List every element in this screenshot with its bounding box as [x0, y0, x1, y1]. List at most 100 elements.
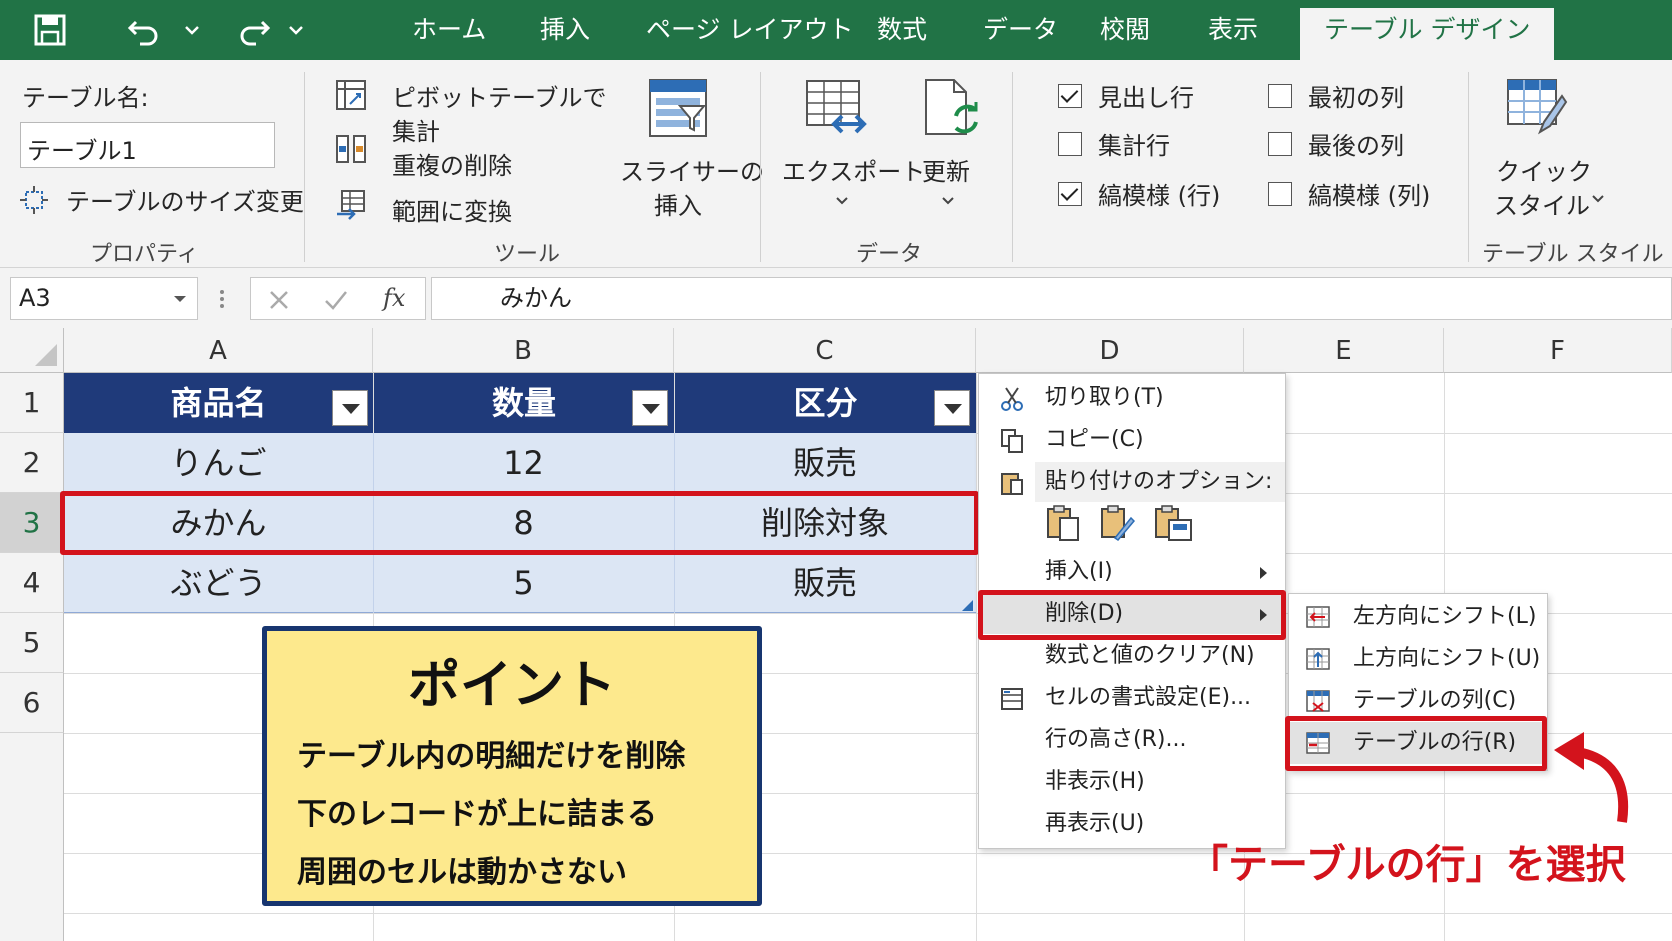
- table-cell[interactable]: 販売: [674, 433, 976, 493]
- tab-review[interactable]: 校閲: [1100, 8, 1150, 60]
- refresh-button[interactable]: 更新: [922, 152, 970, 187]
- insert-function-icon[interactable]: fx: [383, 284, 405, 312]
- column-header-f[interactable]: F: [1444, 328, 1672, 373]
- menu-item-label: 行の高さ(R)...: [1045, 727, 1187, 752]
- refresh-dropdown-icon[interactable]: [940, 194, 956, 208]
- table-cell[interactable]: りんご: [64, 433, 373, 493]
- point-note-box: ポイント テーブル内の明細だけを削除 下のレコードが上に詰まる 周囲のセルは動か…: [262, 626, 762, 906]
- name-box-dropdown-icon[interactable]: [173, 294, 187, 304]
- delete-table-column-icon: [1306, 690, 1330, 712]
- tab-insert[interactable]: 挿入: [540, 8, 590, 60]
- quick-styles-button-line1[interactable]: クイック: [1496, 152, 1592, 187]
- banded-rows-checkbox[interactable]: [1058, 182, 1082, 206]
- menu-item-label: 数式と値のクリア(N): [1045, 643, 1255, 668]
- title-tab-bar: ホーム 挿入 ページ レイアウト 数式 データ 校閲 表示 テーブル デザイン: [0, 0, 1672, 60]
- undo-dropdown-icon[interactable]: [182, 8, 202, 52]
- filter-dropdown-button[interactable]: [934, 390, 970, 426]
- row-header-filler: [0, 733, 64, 941]
- column-header-b[interactable]: B: [373, 328, 674, 373]
- table-header-cell[interactable]: 商品名: [64, 373, 373, 433]
- total-row-checkbox[interactable]: [1058, 132, 1082, 156]
- pivot-summary-button-line2[interactable]: 集計: [392, 112, 440, 147]
- banded-columns-label: 縞模様 (列): [1308, 182, 1431, 210]
- menu-item-label: 非表示(H): [1045, 769, 1145, 794]
- menu-item-format-cells[interactable]: セルの書式設定(E)...: [979, 678, 1285, 718]
- cancel-icon[interactable]: [267, 288, 291, 312]
- redo-icon[interactable]: [234, 8, 274, 52]
- quick-styles-dropdown-icon[interactable]: [1590, 192, 1606, 206]
- table-cell[interactable]: 5: [373, 553, 674, 613]
- table-cell[interactable]: 12: [373, 433, 674, 493]
- tab-page-layout[interactable]: ページ レイアウト: [646, 8, 853, 60]
- name-box-value: A3: [19, 284, 51, 312]
- group-label-properties: プロパティ: [90, 242, 199, 267]
- insert-slicer-button-line2[interactable]: 挿入: [654, 186, 702, 221]
- name-box[interactable]: A3: [10, 277, 198, 320]
- save-icon[interactable]: [30, 8, 70, 52]
- table-name-value: テーブル1: [27, 137, 137, 165]
- menu-item-copy[interactable]: コピー(C): [979, 420, 1285, 460]
- row-header-4[interactable]: 4: [0, 553, 64, 613]
- formula-input[interactable]: みかん: [431, 277, 1672, 320]
- table-cell[interactable]: ぶどう: [64, 553, 373, 613]
- paste-formatting-icon[interactable]: [1153, 504, 1193, 542]
- resize-table-button[interactable]: テーブルのサイズ変更: [66, 182, 304, 217]
- pivot-summary-button-line1[interactable]: ピボットテーブルで: [392, 78, 607, 113]
- select-all-corner[interactable]: [0, 328, 64, 373]
- row-header-6[interactable]: 6: [0, 673, 64, 733]
- export-button[interactable]: エクスポート: [782, 152, 925, 187]
- undo-icon[interactable]: [124, 8, 164, 52]
- tab-data[interactable]: データ: [983, 8, 1058, 60]
- refresh-icon: [925, 79, 978, 135]
- header-row-checkbox[interactable]: [1058, 84, 1082, 108]
- last-column-checkbox[interactable]: [1268, 132, 1292, 156]
- tab-home[interactable]: ホーム: [412, 8, 486, 60]
- menu-item-label: 貼り付けのオプション:: [1045, 469, 1273, 494]
- menu-item-hide[interactable]: 非表示(H): [979, 762, 1285, 802]
- export-dropdown-icon[interactable]: [834, 194, 850, 208]
- formula-input-value: みかん: [500, 284, 572, 312]
- submenu-item-shift-left[interactable]: 左方向にシフト(L): [1289, 596, 1547, 638]
- row-header-1[interactable]: 1: [0, 373, 64, 433]
- row-header-2[interactable]: 2: [0, 433, 64, 493]
- column-header-c[interactable]: C: [674, 328, 976, 373]
- menu-item-label: 再表示(U): [1045, 811, 1145, 836]
- filter-dropdown-button[interactable]: [332, 390, 368, 426]
- menu-item-clear-contents[interactable]: 数式と値のクリア(N): [979, 636, 1285, 676]
- paste-icon[interactable]: [1045, 504, 1081, 542]
- more-options-icon[interactable]: [218, 288, 226, 310]
- column-header-d[interactable]: D: [976, 328, 1244, 373]
- quick-styles-button-line2[interactable]: スタイル: [1494, 186, 1590, 221]
- row-header-3[interactable]: 3: [0, 493, 64, 553]
- insert-slicer-button-line1[interactable]: スライサーの: [620, 152, 764, 187]
- scissors-icon: [1001, 387, 1023, 411]
- row-header-5[interactable]: 5: [0, 613, 64, 673]
- menu-item-cut[interactable]: 切り取り(T): [979, 378, 1285, 418]
- table-rows-item-highlight: [1285, 716, 1547, 771]
- banded-columns-checkbox[interactable]: [1268, 182, 1292, 206]
- tab-table-design[interactable]: テーブル デザイン: [1300, 8, 1555, 60]
- convert-to-range-button[interactable]: 範囲に変換: [392, 192, 512, 227]
- tab-view[interactable]: 表示: [1208, 8, 1258, 60]
- first-column-checkbox[interactable]: [1268, 84, 1292, 108]
- filter-dropdown-button[interactable]: [632, 390, 668, 426]
- remove-duplicates-button[interactable]: 重複の削除: [392, 146, 512, 181]
- menu-item-row-height[interactable]: 行の高さ(R)...: [979, 720, 1285, 760]
- tab-formulas[interactable]: 数式: [877, 8, 927, 60]
- group-label-tools: ツール: [494, 242, 561, 267]
- convert-to-range-icon: [337, 190, 365, 220]
- table-header-cell[interactable]: 区分: [675, 373, 976, 433]
- submenu-item-shift-up[interactable]: 上方向にシフト(U): [1289, 638, 1547, 680]
- redo-dropdown-icon[interactable]: [286, 8, 306, 52]
- group-label-data: データ: [856, 242, 923, 267]
- table-header-cell[interactable]: 数量: [374, 373, 674, 433]
- column-header-a[interactable]: A: [64, 328, 373, 373]
- enter-icon[interactable]: [323, 288, 349, 312]
- menu-item-insert[interactable]: 挿入(I): [979, 552, 1285, 592]
- total-row-label: 集計行: [1098, 132, 1170, 160]
- table-name-input[interactable]: テーブル1: [20, 122, 275, 168]
- paste-formulas-icon[interactable]: [1099, 504, 1135, 542]
- menu-item-label: セルの書式設定(E)...: [1045, 685, 1252, 710]
- table-cell[interactable]: 販売: [674, 553, 976, 613]
- column-header-e[interactable]: E: [1244, 328, 1444, 373]
